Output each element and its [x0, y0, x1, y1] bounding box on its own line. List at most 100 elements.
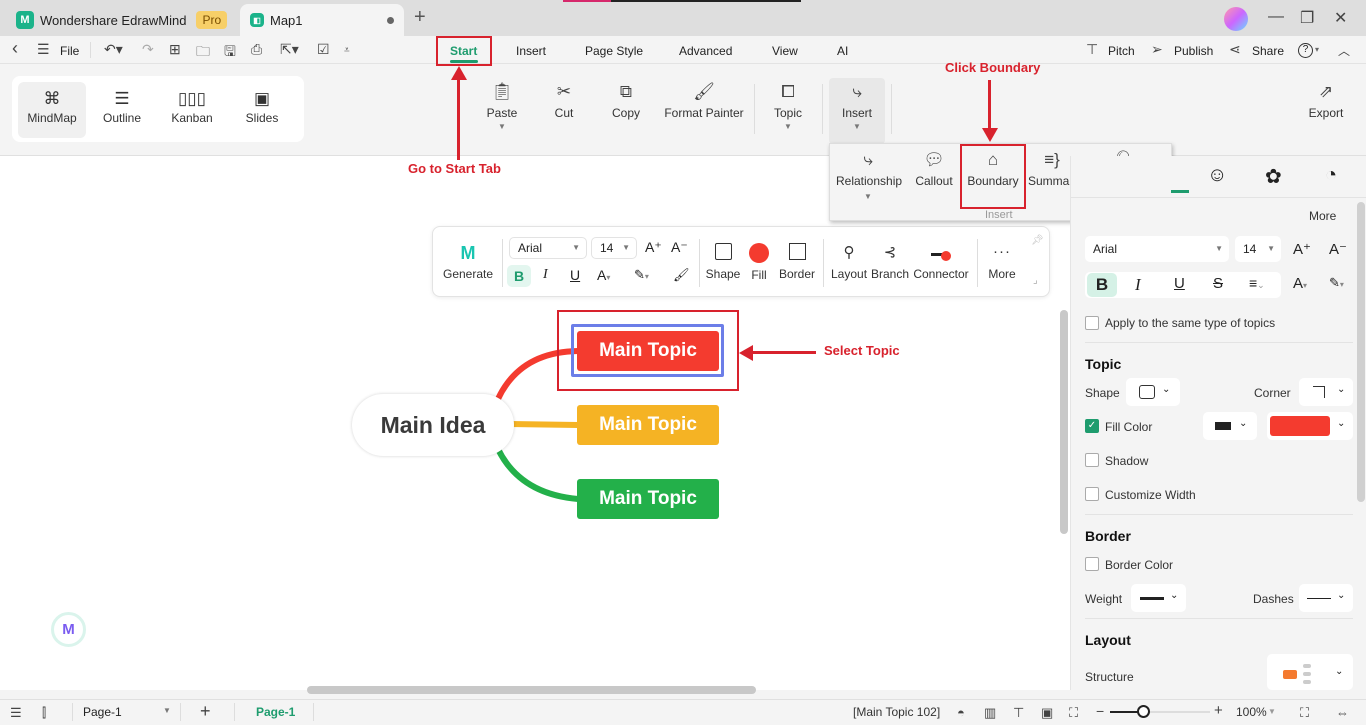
new-tab-button[interactable]: + — [414, 6, 426, 29]
customize-width-checkbox[interactable] — [1085, 487, 1099, 501]
panel-align-button[interactable]: ≡⌄ — [1249, 275, 1265, 291]
panel-tab-theme-icon[interactable]: ✿ — [1265, 164, 1282, 189]
zoom-slider-thumb[interactable] — [1137, 705, 1150, 718]
zoom-dropdown-icon[interactable]: ▼ — [1268, 707, 1276, 716]
format-painter-button[interactable]: 🖌︎ Format Painter — [664, 82, 744, 120]
layout-button[interactable]: ⚲ Layout — [831, 243, 867, 281]
close-button[interactable]: ✕ — [1334, 8, 1347, 28]
help-dropdown-icon[interactable]: ▾ — [1315, 45, 1319, 54]
paste-button[interactable]: 📋︎ Paste ▼ — [484, 82, 520, 131]
panel-scrollbar[interactable] — [1357, 202, 1365, 502]
help-button[interactable]: ? — [1298, 43, 1313, 58]
fill-color-dropdown[interactable]: ⌄ — [1267, 412, 1353, 440]
presentation-icon[interactable]: ⊤ — [1013, 705, 1024, 721]
ai-assistant-icon[interactable]: M — [51, 612, 86, 647]
fit-width-icon[interactable]: ⇔ — [1336, 705, 1349, 720]
topic-dropdown-icon[interactable]: ▼ — [770, 122, 806, 131]
more-button[interactable]: ··· More — [985, 243, 1019, 281]
publish-button[interactable]: Publish — [1174, 44, 1213, 58]
checklist-icon[interactable]: ☑ — [317, 41, 330, 58]
font-size-select[interactable]: 14 ▼ — [591, 237, 637, 259]
view-mindmap[interactable]: ⌘ MindMap — [18, 82, 86, 138]
tab-advanced[interactable]: Advanced — [679, 44, 732, 58]
view-kanban[interactable]: ▯▯▯ Kanban — [158, 82, 226, 138]
panel-tab-history-icon[interactable]: ◔ — [1325, 164, 1337, 187]
open-folder-icon[interactable]: 🗀 — [196, 41, 210, 65]
shadow-checkbox[interactable] — [1085, 453, 1099, 467]
save-icon[interactable]: 🖫 — [224, 41, 236, 65]
panel-highlight-icon[interactable]: ✎▾ — [1329, 275, 1344, 291]
highlight-icon[interactable]: ✎▾ — [634, 267, 649, 283]
topic-button[interactable]: ⧠ Topic ▼ — [770, 82, 806, 131]
page-panel-icon[interactable]: ⫿ — [42, 705, 46, 721]
zoom-out-button[interactable]: − — [1096, 703, 1104, 719]
book-view-icon[interactable]: ▥ — [984, 705, 996, 721]
page-select[interactable]: Page-1 — [83, 705, 122, 719]
central-topic[interactable]: Main Idea — [352, 394, 514, 456]
theme-toggle-icon[interactable]: ◓ — [957, 705, 965, 720]
restore-button[interactable]: ❐ — [1300, 8, 1314, 28]
decrease-font-icon[interactable]: A⁻ — [671, 239, 688, 256]
share-button[interactable]: Share — [1252, 44, 1284, 58]
pitch-button[interactable]: Pitch — [1108, 44, 1135, 58]
customize-toolbar-icon[interactable]: ⩡ — [344, 45, 350, 56]
fullscreen-fit-icon[interactable]: ⛶ — [1069, 705, 1078, 721]
fullscreen-icon[interactable]: ⛶ — [1300, 705, 1309, 721]
tab-insert[interactable]: Insert — [516, 44, 546, 58]
fill-color-checkbox[interactable]: ✓ — [1085, 419, 1099, 433]
fill-button[interactable]: Fill — [746, 243, 772, 282]
panel-font-family-select[interactable]: Arial ▼ — [1085, 236, 1229, 262]
corner-dropdown[interactable]: ⌄ — [1299, 378, 1353, 406]
panel-underline-button[interactable]: U — [1174, 275, 1185, 292]
panel-font-color-button[interactable]: A▾ — [1293, 275, 1307, 292]
underline-button[interactable]: U — [570, 267, 580, 283]
panel-italic-button[interactable]: I — [1135, 275, 1141, 295]
relationship-item[interactable]: ⤷ Relationship ▼ — [836, 150, 902, 201]
collapse-toolbar-icon[interactable]: ⌟ — [1033, 275, 1038, 286]
connector-button[interactable]: Connector — [913, 243, 969, 281]
callout-item[interactable]: 💬︎ Callout — [914, 150, 954, 188]
panel-strikethrough-button[interactable]: S — [1213, 275, 1223, 292]
undo-icon[interactable]: ↶▾ — [104, 41, 123, 58]
horizontal-scrollbar[interactable] — [307, 686, 756, 694]
relationship-dropdown-icon[interactable]: ▼ — [836, 192, 900, 201]
font-family-select[interactable]: Arial ▼ — [509, 237, 587, 259]
app-tab[interactable]: M Wondershare EdrawMind Pro — [16, 4, 228, 36]
tab-page-style[interactable]: Page Style — [585, 44, 643, 58]
branch-button[interactable]: ⊰ Branch — [871, 243, 909, 281]
page-tab-active[interactable]: Page-1 — [256, 705, 295, 719]
apply-same-type-checkbox[interactable] — [1085, 316, 1099, 330]
topic-shape-dropdown[interactable]: ⌄ — [1126, 378, 1180, 406]
user-avatar[interactable] — [1224, 7, 1248, 31]
document-tab[interactable]: ◧ Map1 — [240, 4, 404, 36]
border-dashes-dropdown[interactable]: ⌄ — [1299, 584, 1353, 612]
italic-button[interactable]: I — [543, 267, 548, 283]
panel-bold-button[interactable]: B — [1087, 273, 1117, 297]
view-slides[interactable]: ▣ Slides — [228, 82, 296, 138]
print-icon[interactable]: ⎙ — [251, 41, 262, 58]
format-painter-icon[interactable]: 🖌︎ — [673, 267, 690, 283]
tab-view[interactable]: View — [772, 44, 798, 58]
copy-button[interactable]: ⧉ Copy — [610, 82, 642, 120]
new-file-icon[interactable]: ⊞ — [169, 41, 181, 58]
summary-item[interactable]: ≡} Summary — [1028, 150, 1079, 188]
insert-button[interactable]: ⤷ Insert ▼ — [839, 82, 875, 131]
shape-button[interactable]: Shape — [705, 243, 741, 281]
export-button[interactable]: ⇗ Export — [1306, 82, 1346, 120]
panel-font-size-select[interactable]: 14 ▼ — [1235, 236, 1281, 262]
more-link[interactable]: More — [1309, 209, 1336, 223]
border-button[interactable]: Border — [777, 243, 817, 281]
generate-button[interactable]: M Generate — [443, 243, 493, 281]
page-select-dropdown-icon[interactable]: ▼ — [163, 706, 171, 715]
outline-locate-icon[interactable]: ☰ — [10, 705, 22, 721]
file-menu[interactable]: File — [60, 44, 79, 58]
fit-page-icon[interactable]: ▣ — [1041, 705, 1053, 721]
panel-tab-marker-icon[interactable]: ☺ — [1207, 164, 1227, 187]
add-page-button[interactable]: + — [200, 701, 211, 722]
border-weight-dropdown[interactable]: ⌄ — [1131, 584, 1186, 612]
export-share-icon[interactable]: ⇱▾ — [280, 41, 299, 58]
main-topic-2[interactable]: Main Topic — [577, 405, 719, 445]
insert-dropdown-icon[interactable]: ▼ — [839, 122, 875, 131]
structure-dropdown[interactable]: ⌄ — [1267, 654, 1353, 690]
main-topic-3[interactable]: Main Topic — [577, 479, 719, 519]
